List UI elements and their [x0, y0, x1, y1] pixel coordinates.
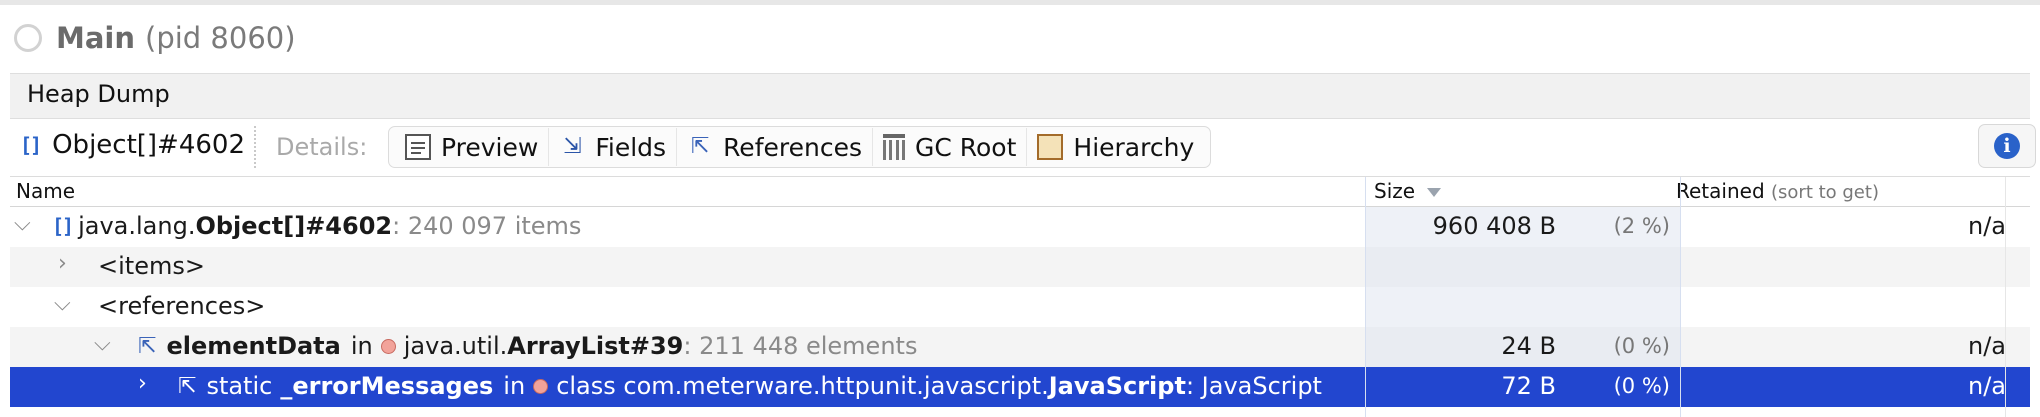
row-size: 72 B	[1501, 372, 1556, 400]
chevron-down-icon[interactable]: ⌵	[14, 211, 31, 236]
array-icon: []	[20, 133, 42, 157]
hierarchy-button-label: Hierarchy	[1073, 132, 1195, 162]
table-row[interactable]: ⌵ [] java.lang. Object[]#4602 : 240 097 i…	[10, 207, 2030, 247]
table-row[interactable]: ⌵ <references>	[10, 287, 2030, 327]
row-package: java.lang.	[78, 212, 196, 240]
info-button[interactable]: i	[1978, 124, 2036, 168]
heap-dump-tab-bar: Heap Dump	[10, 73, 2030, 119]
info-icon: i	[1994, 133, 2020, 159]
gc-root-icon	[882, 134, 905, 160]
row-object-name: ArrayList#39	[507, 332, 684, 360]
column-divider[interactable]	[1365, 177, 1366, 417]
references-icon: ⇱	[690, 134, 710, 159]
row-in-label: in	[503, 372, 526, 400]
references-table: Name Size Retained (sort to get) ⌵ [] ja…	[10, 176, 2030, 417]
column-header-retained-label: Retained	[1676, 179, 1765, 203]
process-header: Main (pid 8060)	[14, 18, 296, 58]
chevron-right-icon[interactable]: ›	[58, 251, 67, 276]
toolbar: [] Object[]#4602 Details: Preview ⇲ Fiel…	[10, 122, 2036, 172]
chevron-down-icon[interactable]: ⌵	[94, 331, 111, 356]
reference-icon: ⇱	[178, 373, 197, 399]
preview-icon	[405, 134, 431, 160]
column-header-name[interactable]: Name	[16, 179, 75, 203]
size-cell-bg	[1366, 247, 1680, 287]
gc-root-button-label: GC Root	[914, 132, 1017, 162]
process-status-icon	[14, 24, 42, 52]
fields-button-label: Fields	[595, 132, 667, 162]
row-field-name: elementData	[166, 332, 341, 360]
chevron-right-icon[interactable]: ›	[138, 371, 147, 396]
column-header-size[interactable]: Size	[1374, 179, 1442, 203]
size-cell-bg	[1366, 287, 1680, 327]
details-button-group: Preview ⇲ Fields ⇱ References GC Root Hi…	[388, 126, 1212, 168]
row-detail: : JavaScript	[1185, 372, 1322, 400]
hierarchy-button[interactable]: Hierarchy	[1026, 128, 1204, 166]
row-retained: n/a	[1967, 332, 2006, 360]
row-name-cell: ⇱ static _errorMessages in class com.met…	[178, 372, 1364, 400]
row-object-name: Object[]#4602	[195, 212, 393, 240]
row-size-percent: (0 %)	[1613, 334, 1670, 358]
table-row[interactable]: › <items>	[10, 247, 2030, 287]
preview-button[interactable]: Preview	[395, 128, 548, 166]
row-name-cell: <items>	[98, 252, 1358, 280]
column-divider[interactable]	[1680, 177, 1681, 417]
row-in-label: in	[350, 332, 373, 360]
table-row[interactable]: ⌵ ⇱ elementData in java.util. ArrayList#3…	[10, 327, 2030, 367]
column-header-retained-hint: (sort to get)	[1771, 182, 1879, 203]
row-name-cell: [] java.lang. Object[]#4602 : 240 097 ite…	[52, 212, 1362, 240]
references-button-label: References	[723, 132, 862, 162]
column-header-size-label: Size	[1374, 179, 1416, 203]
process-name: Main	[56, 21, 136, 55]
details-label: Details:	[276, 133, 368, 161]
row-package: java.util.	[403, 332, 508, 360]
row-object-name: JavaScript	[1048, 372, 1186, 400]
table-header: Name Size Retained (sort to get)	[10, 177, 2030, 207]
row-field-name: _errorMessages	[280, 372, 494, 400]
row-name-cell: <references>	[98, 292, 1358, 320]
object-selector[interactable]: [] Object[]#4602	[20, 130, 245, 160]
preview-button-label: Preview	[441, 132, 539, 162]
row-label: <items>	[98, 252, 205, 280]
sort-descending-icon	[1427, 188, 1442, 197]
row-size-percent: (0 %)	[1613, 374, 1670, 398]
row-size: 24 B	[1501, 332, 1556, 360]
hierarchy-icon	[1037, 134, 1064, 160]
row-detail: : 211 448 elements	[683, 332, 918, 360]
column-header-retained[interactable]: Retained (sort to get)	[1676, 179, 1879, 203]
class-icon	[533, 378, 549, 394]
tab-heap-dump[interactable]: Heap Dump	[27, 80, 170, 108]
row-package: class com.meterware.httpunit.javascript.	[556, 372, 1049, 400]
row-size-percent: (2 %)	[1613, 214, 1670, 238]
chevron-down-icon[interactable]: ⌵	[54, 291, 71, 316]
row-static-label: static	[206, 372, 273, 400]
fields-button[interactable]: ⇲ Fields	[548, 128, 676, 166]
array-icon: []	[52, 214, 74, 238]
gc-root-button[interactable]: GC Root	[871, 128, 1026, 166]
table-row-selected[interactable]: › ⇱ static _errorMessages in class com.m…	[10, 367, 2030, 407]
row-detail: : 240 097 items	[392, 212, 582, 240]
row-retained: n/a	[1967, 212, 2006, 240]
window-top-border	[0, 0, 2040, 5]
process-pid: (pid 8060)	[145, 21, 296, 55]
row-size: 960 408 B	[1432, 212, 1556, 240]
references-button[interactable]: ⇱ References	[676, 128, 872, 166]
reference-icon: ⇱	[138, 333, 157, 359]
column-divider	[2005, 177, 2006, 417]
row-name-cell: ⇱ elementData in java.util. ArrayList#39 …	[138, 332, 1358, 360]
row-label: <references>	[98, 292, 266, 320]
toolbar-separator	[254, 126, 256, 168]
row-retained: n/a	[1967, 372, 2006, 400]
fields-icon: ⇲	[563, 134, 582, 159]
object-label: Object[]#4602	[52, 130, 246, 160]
instance-icon	[380, 338, 396, 354]
